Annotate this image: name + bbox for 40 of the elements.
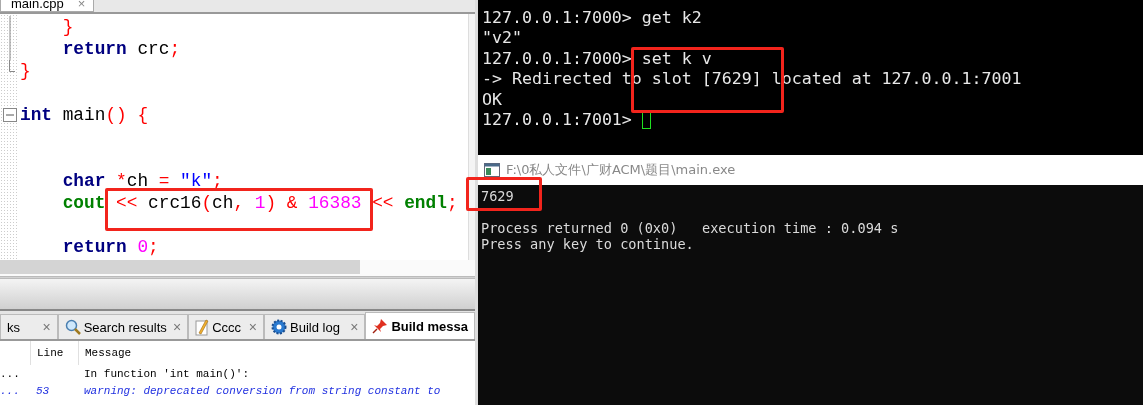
console-window-icon	[484, 163, 500, 177]
table-cell: In function 'int main()':	[84, 367, 250, 380]
code-line: cout << crc16(ch, 1) & 16383 << endl;	[61, 193, 458, 213]
table-cell: ...	[0, 384, 20, 397]
code-line: return crc;	[61, 39, 181, 59]
table-cell: ...	[0, 367, 20, 380]
column-header[interactable]: Line	[30, 341, 78, 365]
table-cell: 53	[36, 384, 50, 397]
code-line: }	[20, 61, 31, 81]
close-icon[interactable]: ×	[350, 319, 359, 335]
panel-tab[interactable]: Cccc ×	[188, 314, 265, 339]
panel-tab[interactable]: ks ×	[0, 314, 58, 339]
terminal-line: "v2"	[482, 28, 522, 48]
collapse-icon[interactable]	[3, 108, 17, 122]
scrollbar[interactable]	[468, 14, 475, 260]
panel-tab[interactable]: Search results ×	[57, 314, 189, 339]
table-cell: warning: deprecated conversion from string constant to	[84, 384, 441, 397]
panel-tab[interactable]: Build log ×	[264, 314, 366, 339]
console-output: Process returned 0 (0x0) execution time : 0.094 s	[481, 220, 899, 236]
fold-end-icon	[9, 60, 15, 72]
terminal-line: 127.0.0.1:7001>	[482, 110, 633, 130]
window-title: F:\0私人文件\广财ACM\题目\main.exe	[506, 161, 736, 179]
code-line: int main() {	[20, 105, 149, 125]
close-icon[interactable]: ×	[248, 319, 258, 335]
pin-icon	[372, 318, 389, 334]
panel-tab[interactable]: Build messa	[365, 312, 475, 339]
console-output: Press any key to continue.	[481, 236, 694, 252]
code-line: return 0;	[61, 237, 159, 257]
close-icon[interactable]: ×	[77, 0, 86, 10]
pencil-icon	[195, 318, 210, 336]
search-icon	[64, 319, 81, 335]
code-line: }	[61, 17, 74, 37]
terminal-line: 127.0.0.1:7000> set k v	[482, 48, 712, 68]
terminal-line: OK	[482, 89, 502, 109]
scrollbar-thumb[interactable]	[0, 260, 360, 274]
close-icon[interactable]: ×	[42, 319, 51, 335]
close-icon[interactable]: ×	[173, 319, 182, 335]
terminal-line: 127.0.0.1:7000> get k2	[482, 7, 702, 27]
gear-icon	[271, 319, 288, 335]
console-output: 7629	[481, 188, 514, 204]
